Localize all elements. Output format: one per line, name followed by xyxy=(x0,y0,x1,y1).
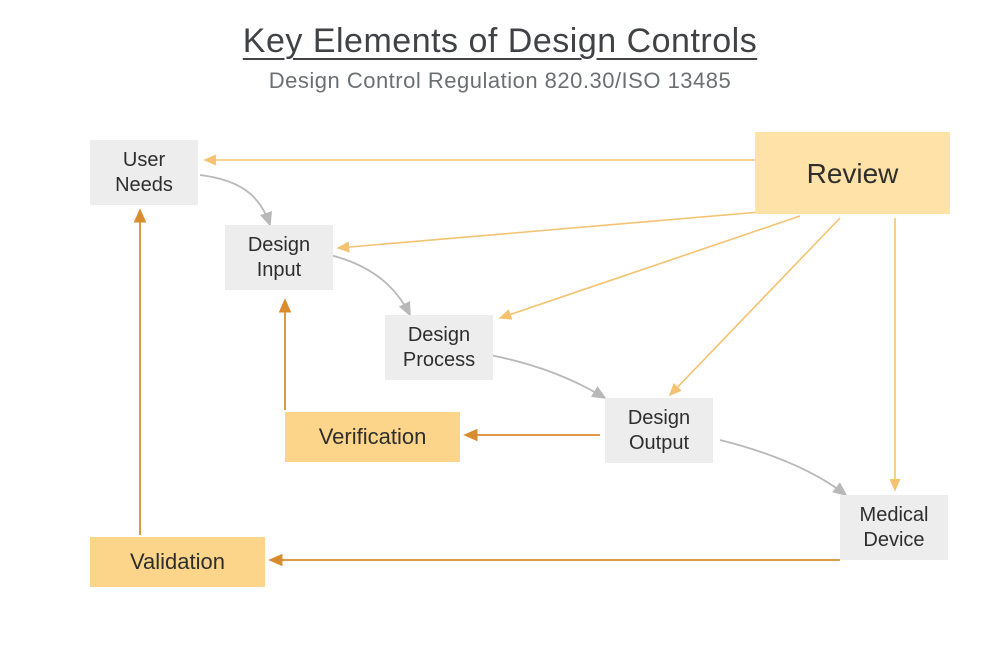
arrow-review-to-designoutput xyxy=(670,218,840,395)
diagram-subtitle: Design Control Regulation 820.30/ISO 134… xyxy=(0,68,1000,94)
box-validation: Validation xyxy=(90,537,265,587)
arrow-designprocess-to-designoutput xyxy=(490,355,605,398)
arrow-designoutput-to-medicaldevice xyxy=(720,440,846,495)
arrow-designinput-to-designprocess xyxy=(330,255,410,315)
arrow-userneeds-to-designinput xyxy=(200,175,270,225)
arrow-review-to-designprocess xyxy=(500,216,800,318)
box-verification: Verification xyxy=(285,412,460,462)
box-medical-device: Medical Device xyxy=(840,495,948,560)
box-design-process: Design Process xyxy=(385,315,493,380)
box-review: Review xyxy=(755,132,950,214)
diagram-title: Key Elements of Design Controls xyxy=(0,22,1000,61)
box-user-needs: User Needs xyxy=(90,140,198,205)
box-design-input: Design Input xyxy=(225,225,333,290)
box-design-output: Design Output xyxy=(605,398,713,463)
arrow-review-to-designinput xyxy=(338,212,760,248)
diagram-canvas: Key Elements of Design Controls Design C… xyxy=(0,0,1000,666)
